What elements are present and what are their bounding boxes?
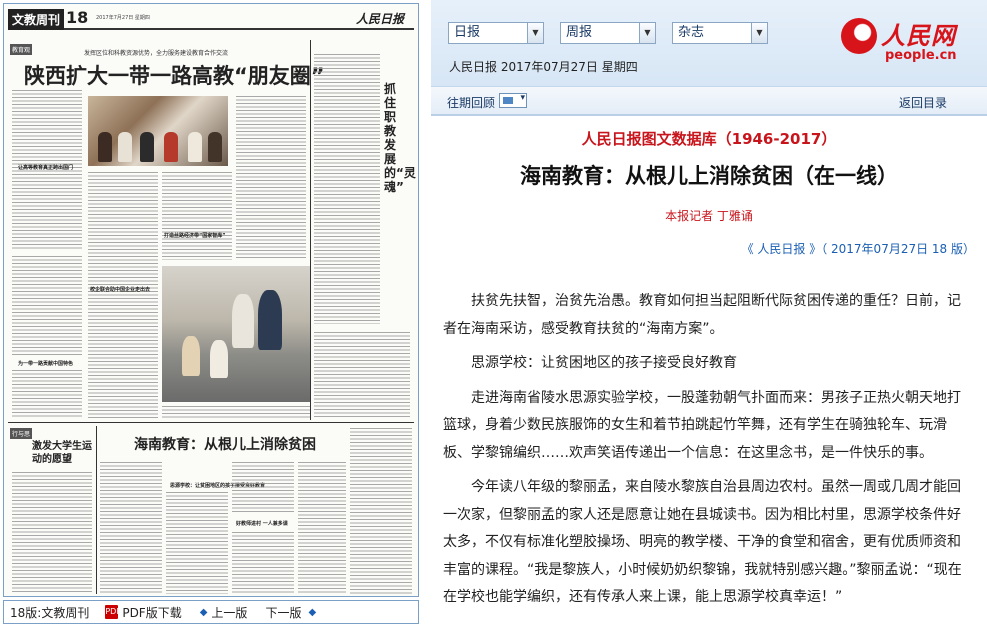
text-column: [232, 532, 294, 594]
article-paragraph: 思源学校：让贫困地区的孩子接受良好教育: [471, 355, 737, 371]
article-paragraph: 今年读八年级的黎丽孟，来自陵水黎族自治县周边农村。虽然一周或几周才能回一次家，但…: [443, 479, 962, 605]
newspaper-subhead: 好教师进村 一人兼多课: [236, 521, 288, 527]
text-column: [166, 492, 228, 594]
issue-dateline: 人民日报 2017年07月27日 星期四: [449, 60, 638, 74]
newspaper-subhead: 校企联合助中国企业走出去: [90, 287, 151, 293]
prev-arrow-icon: ◆: [199, 606, 208, 618]
pdf-download-link[interactable]: PDF版下载: [122, 604, 181, 621]
photo-caption: [162, 406, 310, 418]
logo-text-en: people.cn: [885, 48, 957, 63]
article-source: 《 人民日报 》（ 2017年07月27日 18 版）: [741, 242, 975, 256]
section-rule: [8, 422, 414, 423]
photo-figure: [118, 132, 132, 162]
chevron-down-icon: ▼: [527, 23, 543, 43]
database-title: 人民日报图文数据库（1946-2017）: [581, 130, 837, 148]
photo-figure: [258, 290, 282, 350]
photo-figure: [164, 132, 178, 162]
newspaper-kicker: 教育观: [10, 44, 33, 55]
newspaper-subhead: 为一带一路贡献中国特色: [18, 361, 74, 367]
page-label-link[interactable]: 18版:文教周刊: [10, 604, 89, 621]
text-column: [232, 462, 294, 514]
newspaper-masthead: 人民日报: [355, 12, 404, 26]
newspaper-photo-group: [88, 96, 228, 166]
newspaper-header: 文教周刊 18 2017年7月27日 星期四 人民日报: [8, 8, 414, 30]
text-column: [12, 256, 82, 356]
text-column: [100, 462, 162, 594]
archive-link[interactable]: 往期回顾: [447, 94, 495, 111]
next-arrow-icon: ◆: [308, 606, 317, 618]
article-paragraph: 扶贫先扶智，治贫先治愚。教育如何担当起阻断代际贫困传递的重任？日前，记者在海南采…: [443, 293, 961, 337]
page-root: 文教周刊 18 2017年7月27日 星期四 人民日报 教育观 发挥区位和科教资…: [0, 0, 987, 626]
select-daily[interactable]: 日报 ▼: [448, 22, 544, 44]
text-column: [298, 462, 346, 594]
newspaper-page-date: 2017年7月27日 星期四: [96, 15, 150, 21]
photo-figure: [182, 336, 200, 376]
newspaper-subhead: 打造丝路经济带“国家智库”: [164, 233, 226, 239]
article-title: 海南教育：从根儿上消除贫困（在一线）: [520, 164, 898, 188]
column-rule: [310, 40, 311, 420]
article-panel: 日报 ▼ 周报 ▼ 杂志 ▼ 人民日报 2017年07月27日 星期四 人民网 …: [431, 0, 987, 626]
text-column: [350, 428, 412, 594]
pdf-icon: PDF: [105, 605, 121, 619]
newspaper-subheadline: 发挥区位和科教资源优势，全力服务建设教育合作交流: [84, 50, 229, 57]
calendar-icon[interactable]: [499, 93, 527, 108]
photo-figure: [208, 132, 222, 162]
newspaper-panel: 文教周刊 18 2017年7月27日 星期四 人民日报 教育观 发挥区位和科教资…: [0, 0, 422, 626]
top-bar: 日报 ▼ 周报 ▼ 杂志 ▼ 人民日报 2017年07月27日 星期四 人民网 …: [431, 0, 987, 86]
text-column: [12, 370, 82, 418]
chevron-down-icon: ▼: [751, 23, 767, 43]
select-magazine-value: 杂志: [678, 25, 705, 40]
column-rule: [96, 426, 97, 594]
newspaper-section-label: 文教周刊: [8, 9, 65, 30]
photo-figure: [140, 132, 154, 162]
article-body: 扶贫先扶智，治贫先治愚。教育如何担当起阻断代际贫困传递的重任？日前，记者在海南采…: [443, 288, 973, 619]
next-page-link[interactable]: 下一版: [265, 604, 301, 621]
text-column: [88, 172, 158, 418]
back-to-contents-link[interactable]: 返回目录: [899, 94, 947, 111]
newspaper-kicker: 行与思: [10, 428, 33, 439]
chevron-down-icon: ▼: [639, 23, 655, 43]
article-author: 本报记者 丁雅诵: [665, 209, 753, 223]
select-daily-value: 日报: [454, 25, 481, 40]
newspaper-page-image[interactable]: 文教周刊 18 2017年7月27日 星期四 人民日报 教育观 发挥区位和科教资…: [3, 3, 419, 597]
people-logo[interactable]: 人民网 people.cn: [841, 14, 977, 66]
photo-figure: [210, 340, 228, 378]
select-magazine[interactable]: 杂志 ▼: [672, 22, 768, 44]
newspaper-subhead: 让高等教育真正跨出国门: [18, 165, 74, 171]
article-paragraph: 走进海南省陵水思源实验学校，一股蓬勃朝气扑面而来：男孩子正热火朝天地打篮球，身着…: [443, 389, 961, 461]
text-column: [314, 332, 410, 418]
newspaper-side-title: 抓住职教发展的“灵魂”: [384, 82, 416, 194]
newspaper-headline-secondary: 海南教育：从根儿上消除贫困: [134, 437, 316, 453]
select-weekly-value: 周报: [566, 25, 593, 40]
logo-swirl-icon: [841, 18, 877, 54]
text-column: [162, 172, 232, 260]
text-column: [12, 472, 92, 594]
logo-text-cn: 人民网: [881, 21, 956, 50]
newspaper-column-title: 激发大学生运动的愿望: [32, 441, 92, 465]
prev-page-link[interactable]: 上一版: [211, 604, 247, 621]
text-column: [236, 96, 306, 260]
photo-figure: [232, 294, 254, 348]
select-weekly[interactable]: 周报 ▼: [560, 22, 656, 44]
sub-bar: 往期回顾 返回目录: [431, 86, 987, 116]
newspaper-headline-main: 陕西扩大一带一路高教“朋友圈”: [24, 64, 325, 88]
text-column: [314, 54, 380, 324]
photo-figure: [188, 132, 202, 162]
photo-figure: [98, 132, 112, 162]
page-nav-bar: 18版:文教周刊 PDF PDF版下载 ◆ 上一版 下一版 ◆: [3, 600, 419, 624]
newspaper-page-number: 18: [66, 8, 89, 27]
newspaper-photo-children: [162, 266, 310, 402]
